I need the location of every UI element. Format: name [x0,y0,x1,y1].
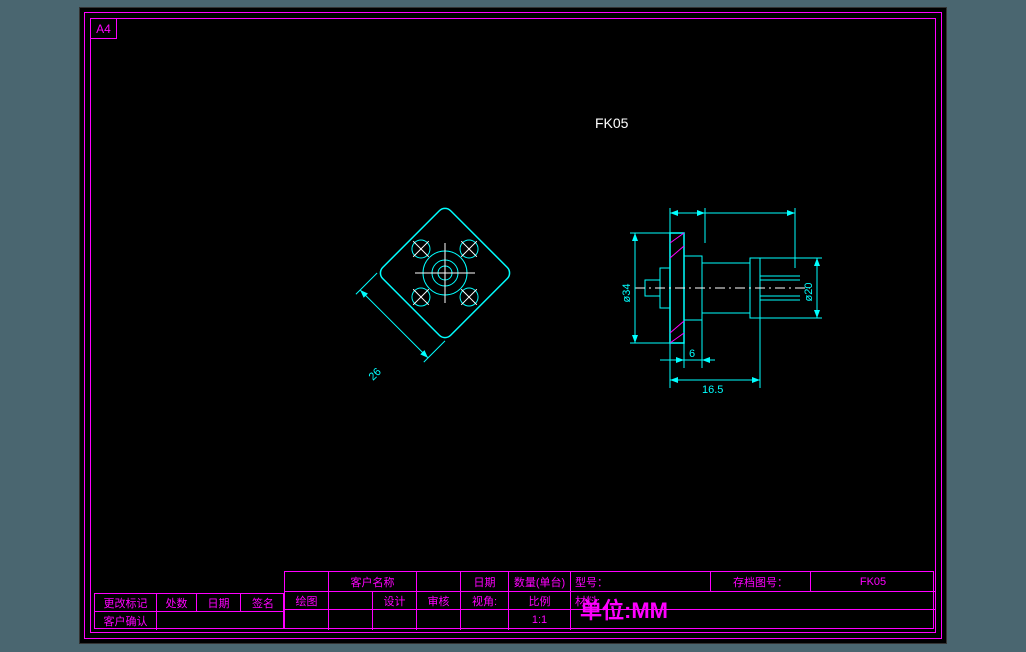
dim-len-6: 6 [689,348,695,360]
dim-dia-20: ø20 [803,283,815,302]
unit-label: 单位:MM [580,593,668,625]
titleblock-left: 更改标记 处数 日期 签名 客户确认 [94,593,284,629]
drawing-canvas[interactable]: A4 FK05 [79,7,947,644]
dim-dia-34: ø34 [621,284,633,303]
sheet-size-label: A4 [91,19,117,39]
part-label: FK05 [595,115,628,131]
dim-front-size: 26 [367,366,384,383]
dim-len-16: 16.5 [702,384,723,396]
front-view: 26 [340,183,550,393]
side-view: ø34 ø20 6 16.5 [560,188,850,408]
